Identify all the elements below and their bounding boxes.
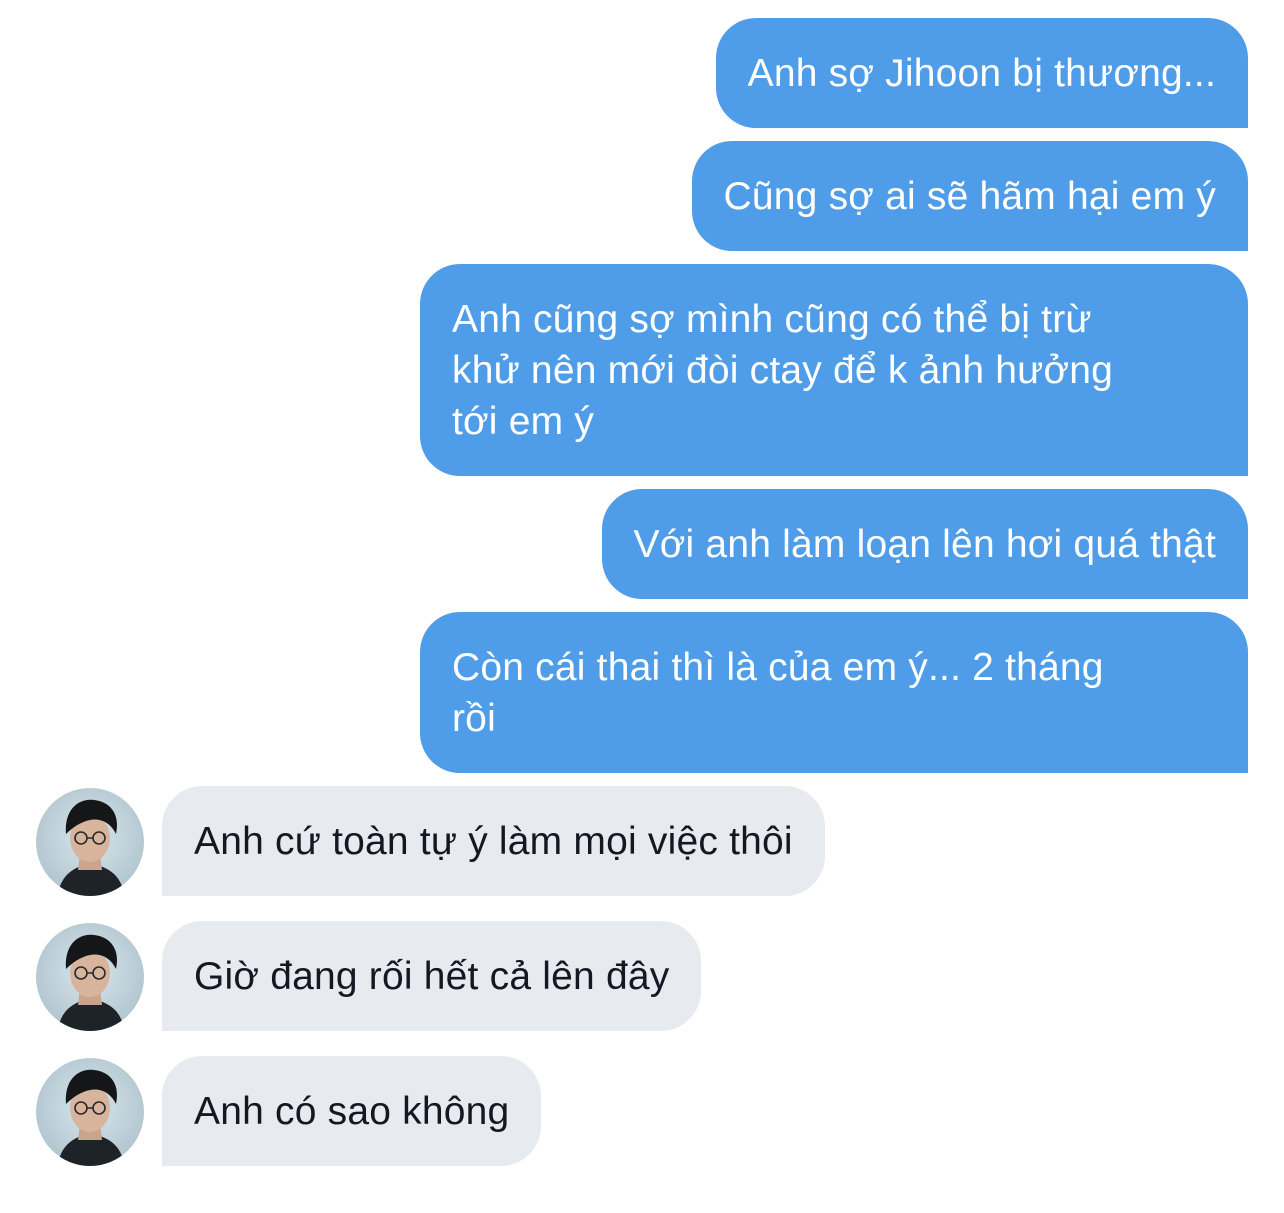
- message-bubble-sent[interactable]: Anh sợ Jihoon bị thương...: [715, 18, 1248, 128]
- message-bubble-sent[interactable]: Anh cũng sợ mình cũng có thể bị trừ khử …: [420, 264, 1248, 476]
- message-bubble-received[interactable]: Anh cứ toàn tự ý làm mọi việc thôi: [162, 786, 825, 896]
- contact-avatar-icon: [58, 1069, 124, 1166]
- message-bubble-received[interactable]: Anh có sao không: [162, 1056, 542, 1166]
- contact-avatar[interactable]: [36, 788, 144, 896]
- contact-avatar[interactable]: [36, 923, 144, 1031]
- message-thread: Anh sợ Jihoon bị thương... Cũng sợ ai sẽ…: [0, 0, 1284, 1213]
- message-bubble-received[interactable]: Giờ đang rối hết cả lên đây: [162, 921, 702, 1031]
- contact-avatar-icon: [58, 934, 124, 1031]
- contact-avatar[interactable]: [36, 1058, 144, 1166]
- message-bubble-sent[interactable]: Còn cái thai thì là của em ý... 2 tháng …: [420, 612, 1248, 773]
- contact-avatar-icon: [58, 799, 124, 896]
- message-bubble-sent[interactable]: Cũng sợ ai sẽ hãm hại em ý: [691, 141, 1248, 251]
- message-bubble-sent[interactable]: Với anh làm loạn lên hơi quá thật: [601, 489, 1248, 599]
